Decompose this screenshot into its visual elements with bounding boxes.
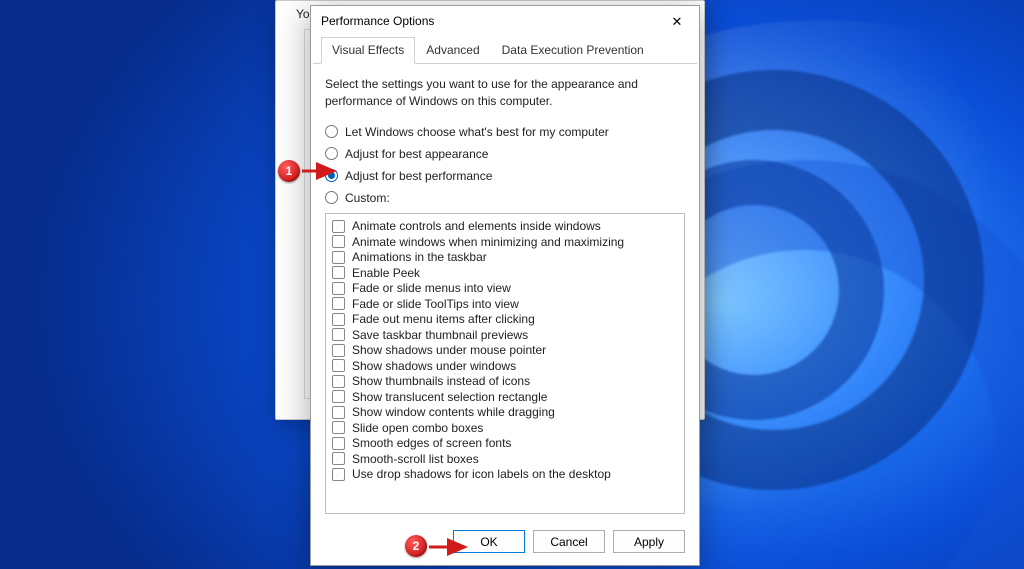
visual-effect-option-label: Show thumbnails instead of icons xyxy=(352,374,530,388)
annotation-arrow-1 xyxy=(300,161,342,181)
radio-let-windows-choose[interactable]: Let Windows choose what's best for my co… xyxy=(325,125,685,139)
visual-effect-option-label: Animate windows when minimizing and maxi… xyxy=(352,235,624,249)
visual-effect-option[interactable]: Show shadows under windows xyxy=(332,359,678,373)
checkbox-icon xyxy=(332,406,345,419)
checkbox-icon xyxy=(332,251,345,264)
tab-advanced[interactable]: Advanced xyxy=(415,37,490,64)
radio-best-appearance[interactable]: Adjust for best appearance xyxy=(325,147,685,161)
annotation-marker-2: 2 xyxy=(405,535,427,557)
checkbox-icon xyxy=(332,220,345,233)
visual-effect-option-label: Fade or slide menus into view xyxy=(352,281,511,295)
visual-effect-option[interactable]: Smooth-scroll list boxes xyxy=(332,452,678,466)
checkbox-icon xyxy=(332,328,345,341)
tab-strip: Visual Effects Advanced Data Execution P… xyxy=(313,36,697,64)
checkbox-icon xyxy=(332,421,345,434)
radio-label: Custom: xyxy=(345,191,390,205)
visual-effect-option[interactable]: Use drop shadows for icon labels on the … xyxy=(332,467,678,481)
radio-icon xyxy=(325,125,338,138)
tab-dep[interactable]: Data Execution Prevention xyxy=(491,37,655,64)
visual-effect-option[interactable]: Fade or slide menus into view xyxy=(332,281,678,295)
description-text: Select the settings you want to use for … xyxy=(325,76,655,111)
visual-effect-option-label: Use drop shadows for icon labels on the … xyxy=(352,467,611,481)
visual-effect-option[interactable]: Smooth edges of screen fonts xyxy=(332,436,678,450)
visual-effect-option[interactable]: Animations in the taskbar xyxy=(332,250,678,264)
visual-effect-option[interactable]: Slide open combo boxes xyxy=(332,421,678,435)
checkbox-icon xyxy=(332,344,345,357)
desktop-wallpaper: Yo Performance Options ✕ Visual Effects … xyxy=(0,0,1024,569)
visual-effect-option-label: Fade or slide ToolTips into view xyxy=(352,297,519,311)
visual-effect-option-label: Animate controls and elements inside win… xyxy=(352,219,601,233)
tab-panel-visual-effects: Select the settings you want to use for … xyxy=(311,64,699,518)
radio-icon xyxy=(325,191,338,204)
visual-effect-option-label: Show window contents while dragging xyxy=(352,405,555,419)
visual-effect-option-label: Show shadows under windows xyxy=(352,359,516,373)
radio-best-performance[interactable]: Adjust for best performance xyxy=(325,169,685,183)
apply-button[interactable]: Apply xyxy=(613,530,685,553)
dialog-title: Performance Options xyxy=(321,14,661,28)
annotation-marker-1: 1 xyxy=(278,160,300,182)
close-button[interactable]: ✕ xyxy=(661,8,693,34)
checkbox-icon xyxy=(332,375,345,388)
radio-icon xyxy=(325,147,338,160)
visual-effects-list[interactable]: Animate controls and elements inside win… xyxy=(325,213,685,514)
visual-effect-option-label: Animations in the taskbar xyxy=(352,250,487,264)
visual-effect-option[interactable]: Animate controls and elements inside win… xyxy=(332,219,678,233)
radio-custom[interactable]: Custom: xyxy=(325,191,685,205)
visual-effect-option[interactable]: Save taskbar thumbnail previews xyxy=(332,328,678,342)
visual-effect-option-label: Slide open combo boxes xyxy=(352,421,483,435)
titlebar[interactable]: Performance Options ✕ xyxy=(311,6,699,36)
visual-effect-option[interactable]: Animate windows when minimizing and maxi… xyxy=(332,235,678,249)
radio-label: Let Windows choose what's best for my co… xyxy=(345,125,609,139)
checkbox-icon xyxy=(332,266,345,279)
performance-options-dialog: Performance Options ✕ Visual Effects Adv… xyxy=(310,5,700,566)
visual-effect-option-label: Show shadows under mouse pointer xyxy=(352,343,546,357)
visual-effect-option[interactable]: Show window contents while dragging xyxy=(332,405,678,419)
tab-visual-effects[interactable]: Visual Effects xyxy=(321,37,415,64)
visual-effect-option[interactable]: Fade out menu items after clicking xyxy=(332,312,678,326)
visual-effect-option-label: Enable Peek xyxy=(352,266,420,280)
cancel-button[interactable]: Cancel xyxy=(533,530,605,553)
checkbox-icon xyxy=(332,437,345,450)
checkbox-icon xyxy=(332,359,345,372)
visual-effect-option-label: Smooth edges of screen fonts xyxy=(352,436,511,450)
visual-effect-option[interactable]: Fade or slide ToolTips into view xyxy=(332,297,678,311)
checkbox-icon xyxy=(332,452,345,465)
visual-effect-option[interactable]: Enable Peek xyxy=(332,266,678,280)
checkbox-icon xyxy=(332,390,345,403)
visual-effect-option[interactable]: Show thumbnails instead of icons xyxy=(332,374,678,388)
checkbox-icon xyxy=(332,235,345,248)
checkbox-icon xyxy=(332,468,345,481)
radio-label: Adjust for best performance xyxy=(345,169,492,183)
background-window-text: Yo xyxy=(296,7,310,21)
visual-effect-option[interactable]: Show shadows under mouse pointer xyxy=(332,343,678,357)
checkbox-icon xyxy=(332,297,345,310)
annotation-arrow-2 xyxy=(427,537,473,557)
checkbox-icon xyxy=(332,282,345,295)
visual-effect-option-label: Show translucent selection rectangle xyxy=(352,390,547,404)
visual-effect-option-label: Smooth-scroll list boxes xyxy=(352,452,479,466)
close-icon: ✕ xyxy=(672,15,683,28)
visual-effect-option-label: Fade out menu items after clicking xyxy=(352,312,535,326)
visual-effect-option-label: Save taskbar thumbnail previews xyxy=(352,328,528,342)
visual-effect-option[interactable]: Show translucent selection rectangle xyxy=(332,390,678,404)
dialog-button-row: OK Cancel Apply xyxy=(311,518,699,565)
radio-label: Adjust for best appearance xyxy=(345,147,488,161)
checkbox-icon xyxy=(332,313,345,326)
